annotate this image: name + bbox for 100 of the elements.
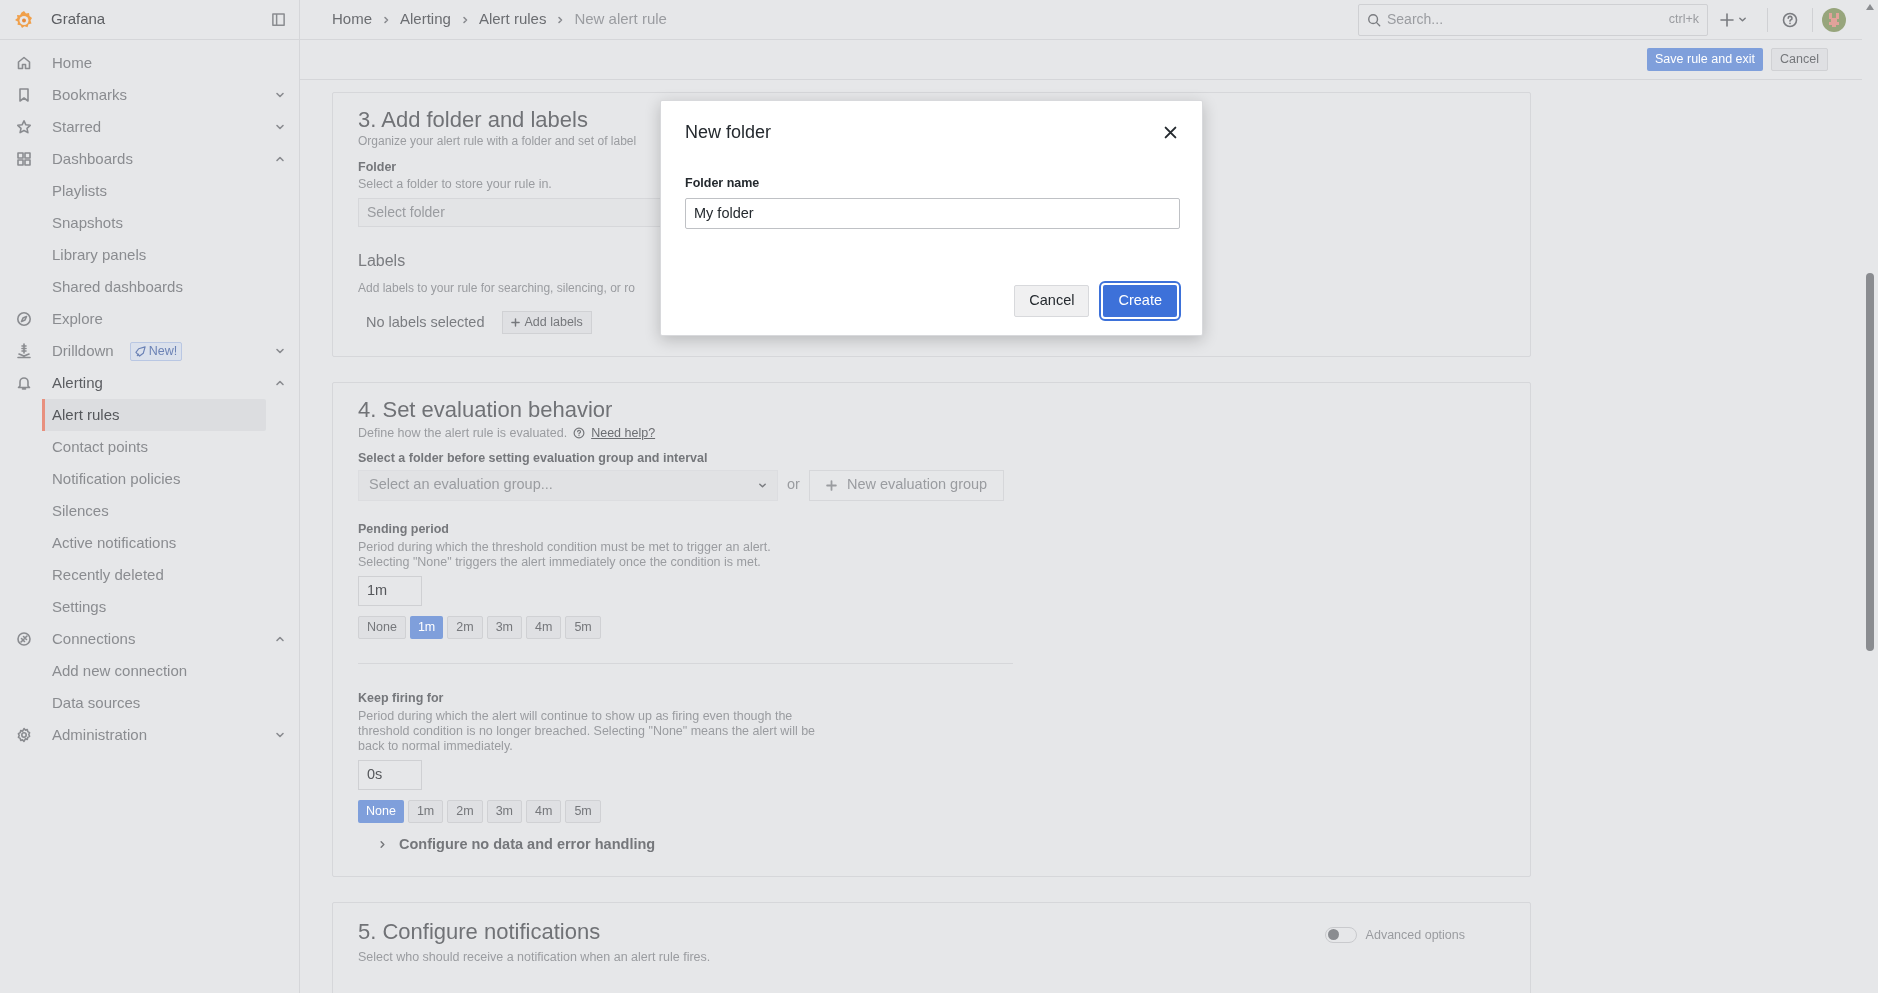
duration-option[interactable]: 4m [526, 799, 562, 823]
nav-item[interactable]: Connections [52, 627, 136, 651]
duration-option[interactable]: 3m [486, 615, 522, 639]
breadcrumb-item: New alert rule [574, 9, 667, 30]
search-placeholder: Search... [1387, 10, 1445, 29]
add-labels-button[interactable]: Add labels [501, 311, 592, 334]
star-icon [16, 119, 32, 135]
nav-subitem[interactable]: Shared dashboards [42, 271, 266, 303]
compass-icon [16, 311, 32, 327]
home-icon [16, 55, 32, 71]
field-label: Folder name [685, 175, 760, 192]
chevron-right-icon [460, 15, 469, 24]
duration-field[interactable]: 0s [358, 759, 422, 790]
chevron-down-icon[interactable] [275, 346, 285, 356]
save-button[interactable]: Save rule and exit [1647, 48, 1764, 71]
duration-option[interactable]: 5m [565, 615, 601, 639]
section-description: Period during which the threshold condition must be met to trigger an alert. Selecting "None" triggers the alert immediately once the condition is met. [358, 539, 772, 570]
duration-option[interactable]: None [358, 799, 404, 823]
nav-subitem[interactable]: Snapshots [42, 207, 266, 239]
chevron-up-icon[interactable] [275, 378, 285, 388]
duration-option[interactable]: 2m [447, 799, 483, 823]
folder-name-field[interactable]: My folder [685, 197, 1180, 229]
nav-subitem[interactable]: Data sources [42, 687, 266, 719]
search-icon [1367, 12, 1381, 27]
nav-item[interactable]: Bookmarks [52, 83, 128, 107]
help-icon[interactable] [1782, 11, 1798, 28]
nav-subitem[interactable]: Settings [42, 591, 266, 623]
nav-subitem[interactable]: Add new connection [42, 655, 266, 687]
nav-subitem[interactable]: Library panels [42, 239, 266, 271]
nav-subitem[interactable]: Playlists [42, 175, 266, 207]
plus-icon [510, 318, 520, 327]
duration-option[interactable]: None [358, 615, 406, 639]
section-description: Organize your alert rule with a folder and set of label [358, 134, 638, 148]
nav-subitem[interactable]: Contact points [42, 431, 266, 463]
collapsible-toggle[interactable]: Configure no data and error handling [378, 833, 656, 856]
brand-name: Grafana [51, 9, 107, 30]
chevron-down-icon [758, 480, 767, 490]
bell-icon [16, 375, 32, 391]
cancel-button[interactable]: Cancel [1014, 284, 1090, 317]
select-placeholder: Select an evaluation group... [369, 475, 554, 495]
duration-option[interactable]: 4m [526, 615, 562, 639]
chevron-right-icon [556, 15, 565, 24]
new-evaluation-group-button[interactable]: New evaluation group [808, 469, 1005, 501]
settings-icon [16, 727, 32, 743]
nav-item[interactable]: Drilldown [52, 339, 114, 363]
field-label: Folder [358, 159, 397, 175]
toggle-label: Advanced options [1365, 926, 1465, 943]
breadcrumb-item[interactable]: Home [332, 8, 372, 31]
section-description: Period during which the alert will continue to show up as firing even though the threshold condition is no longer breached. Selecting "None" means the alert will be back to normal immediately. [358, 708, 817, 754]
new-badge: New! [129, 341, 183, 361]
duration-field[interactable]: 1m [358, 575, 422, 606]
new-menu-button[interactable] [1720, 12, 1747, 27]
labels-title: Labels [358, 251, 407, 271]
chevron-down-icon[interactable] [275, 730, 285, 740]
plus-icon [1720, 12, 1734, 27]
nav-item[interactable]: Home [52, 51, 92, 75]
dock-icon[interactable] [271, 12, 286, 27]
nav-item[interactable]: Alerting [52, 371, 103, 395]
duration-option[interactable]: 1m [409, 615, 444, 639]
evaluation-group-select[interactable]: Select an evaluation group... [358, 469, 778, 501]
chevron-down-icon[interactable] [275, 90, 285, 100]
chevron-up-icon[interactable] [275, 634, 285, 644]
chevron-right-icon [378, 840, 387, 850]
nav-item[interactable]: Dashboards [52, 147, 133, 171]
nav-subitem[interactable]: Notification policies [42, 463, 266, 495]
scroll-up-icon[interactable] [1866, 4, 1874, 10]
nav-item[interactable]: Starred [52, 115, 102, 139]
nav-subitem[interactable]: Silences [42, 495, 266, 527]
breadcrumb-item[interactable]: Alert rules [478, 8, 547, 31]
drill-icon [16, 343, 32, 359]
breadcrumb-item[interactable]: Alerting [400, 8, 451, 31]
search-field[interactable]: Search... ctrl+k [1358, 3, 1708, 36]
section-description: Select who should receive a notification when an alert rule fires. [358, 949, 711, 965]
field-label: Keep firing for [358, 689, 444, 706]
scrollbar-thumb[interactable] [1866, 273, 1874, 651]
logo-icon[interactable] [13, 8, 35, 31]
help-link[interactable]: Need help? [591, 424, 656, 443]
plus-icon [825, 479, 837, 491]
empty-labels-text: No labels selected [366, 312, 485, 332]
duration-option[interactable]: 1m [407, 799, 444, 823]
field-label: Select a folder before setting evaluation group and interval [358, 449, 708, 466]
avatar[interactable] [1822, 7, 1846, 32]
section-title: 4. Set evaluation behavior [358, 396, 613, 424]
shortcut-hint: ctrl+k [1668, 11, 1699, 29]
nav-item[interactable]: Explore [52, 307, 103, 331]
nav-subitem[interactable]: Recently deleted [42, 559, 266, 591]
duration-option[interactable]: 5m [565, 799, 601, 823]
chevron-down-icon [1738, 15, 1747, 24]
close-icon[interactable] [1164, 126, 1177, 139]
nav-subitem[interactable]: Alert rules [42, 399, 266, 431]
chevron-up-icon[interactable] [275, 154, 285, 164]
nav-item[interactable]: Administration [52, 723, 148, 747]
chevron-right-icon [382, 15, 390, 24]
chevron-down-icon[interactable] [275, 122, 285, 132]
nav-subitem[interactable]: Active notifications [42, 527, 266, 559]
duration-option[interactable]: 2m [447, 615, 483, 639]
or-text: or [787, 475, 800, 495]
duration-option[interactable]: 3m [486, 799, 522, 823]
cancel-button[interactable]: Cancel [1771, 48, 1828, 71]
field-label: Pending period [358, 520, 449, 537]
